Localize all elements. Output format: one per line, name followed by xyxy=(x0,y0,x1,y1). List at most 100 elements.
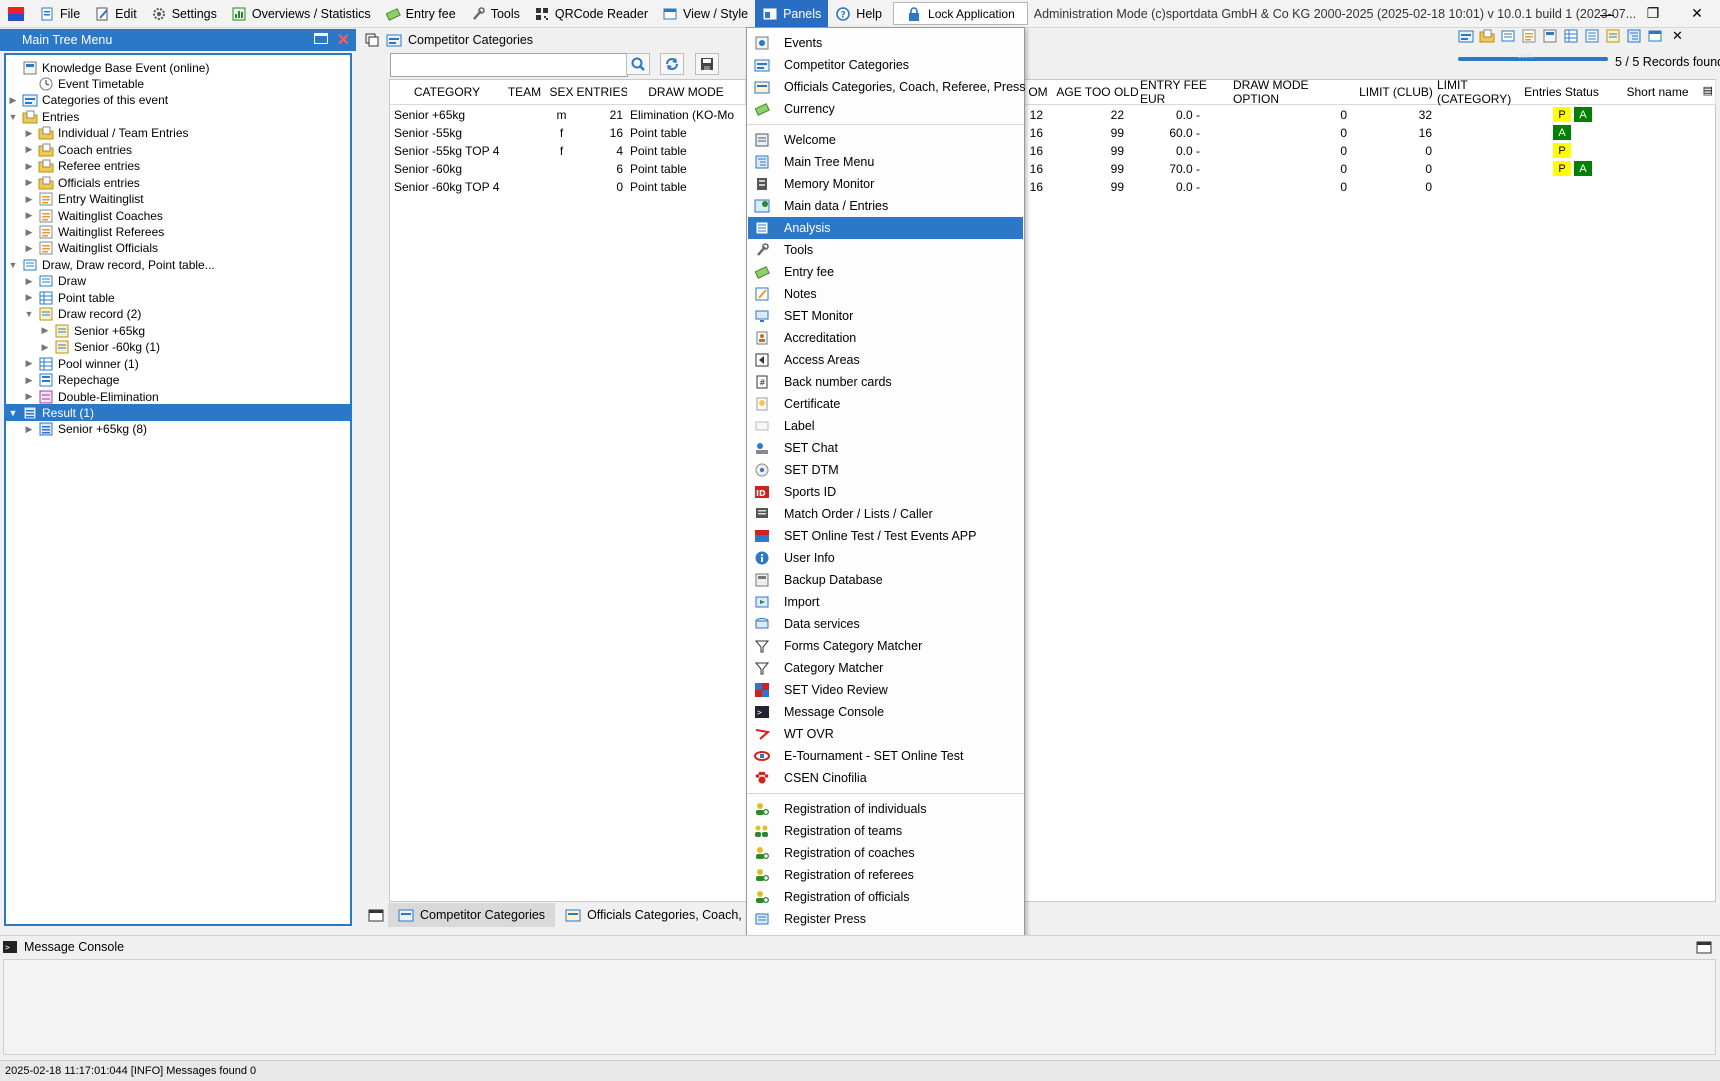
minimize-button[interactable]: — xyxy=(1584,0,1630,27)
panels-menu-item-certificate[interactable]: Certificate xyxy=(748,393,1023,415)
menu-entry-fee[interactable]: Entry fee xyxy=(378,0,463,27)
tree-node[interactable]: ▶ Waitinglist Coaches xyxy=(24,207,163,224)
search-input[interactable] xyxy=(390,53,628,77)
tree-expander-icon[interactable]: ▼ xyxy=(8,260,18,270)
panels-menu-item-registration-of-coaches[interactable]: Registration of coaches xyxy=(748,842,1023,864)
column-header[interactable]: OM xyxy=(1021,80,1056,105)
tree-expander-icon[interactable]: ▶ xyxy=(24,424,34,435)
tree-node[interactable]: ▼ Result (1) xyxy=(6,404,352,422)
tree-node[interactable]: ▶ Senior +65kg xyxy=(40,322,146,339)
list-icon[interactable] xyxy=(1521,28,1537,44)
menu-tools[interactable]: Tools xyxy=(463,0,527,27)
panels-menu-item-user-info[interactable]: User Info xyxy=(748,547,1023,569)
search-button[interactable] xyxy=(626,53,650,75)
column-header[interactable]: ENTRIES xyxy=(577,80,629,105)
table-icon[interactable] xyxy=(1563,28,1579,44)
column-header[interactable]: TEAM xyxy=(504,80,546,105)
tree-expander-icon[interactable]: ▶ xyxy=(40,325,50,336)
panels-menu-item-currency[interactable]: Currency xyxy=(748,98,1023,120)
tree-expander-icon[interactable]: ▶ xyxy=(24,227,34,238)
tree-menu-icon[interactable] xyxy=(1626,28,1642,44)
event-icon[interactable] xyxy=(1542,28,1558,44)
menu-view-style[interactable]: View / Style xyxy=(655,0,755,27)
panels-menu-item-e-tournament-set-online-test[interactable]: E-Tournament - SET Online Test xyxy=(748,745,1023,767)
tree-expander-icon[interactable]: ▶ xyxy=(24,128,34,139)
categories-icon[interactable] xyxy=(1458,28,1474,44)
panels-menu-item-officials-categories-coach-referee-press[interactable]: Officials Categories, Coach, Referee, Pr… xyxy=(748,76,1026,98)
folder-icon[interactable] xyxy=(1479,28,1495,44)
column-header[interactable]: DRAW MODE OPTION xyxy=(1233,78,1356,106)
tree-node[interactable]: ▼ Draw record (2) xyxy=(24,306,142,323)
tree-node[interactable]: ▶ Repechage xyxy=(24,372,120,389)
tree-node[interactable]: ▶ Double-Elimination xyxy=(24,388,159,405)
table-row[interactable]: Senior -55kg TOP 4 f 4 Point table 16 99 0.0 -… xyxy=(390,142,1713,160)
tree-node[interactable]: ▶ Individual / Team Entries xyxy=(24,125,189,142)
panels-menu-item-competitor-categories[interactable]: Competitor Categories xyxy=(748,54,1023,76)
close-panel-icon[interactable]: ✕ xyxy=(337,30,350,50)
panels-menu-item-analysis[interactable]: Analysis xyxy=(748,217,1023,239)
tree-node[interactable]: ▶ Categories of this event xyxy=(8,92,169,109)
tree-expander-icon[interactable]: ▶ xyxy=(24,243,34,254)
tree-expander-icon[interactable]: ▶ xyxy=(24,276,34,287)
tree-expander-icon[interactable]: ▶ xyxy=(40,342,50,353)
menu-overviews-statistics[interactable]: Overviews / Statistics xyxy=(224,0,378,27)
tree-node[interactable]: Knowledge Base Event (online) xyxy=(8,59,209,76)
panels-menu-item-import[interactable]: Import xyxy=(748,591,1023,613)
column-header[interactable]: CATEGORY xyxy=(390,80,505,105)
tree-expander-icon[interactable]: ▶ xyxy=(24,144,34,155)
tree-node[interactable]: ▶ Senior -60kg (1) xyxy=(40,339,161,356)
column-header[interactable]: ENTRY FEE EUR xyxy=(1140,78,1234,106)
close-window-button[interactable]: ✕ xyxy=(1674,0,1720,27)
tree-node[interactable]: ▼ Entries xyxy=(8,108,80,125)
tree-node[interactable]: ▶ Waitinglist Officials xyxy=(24,240,159,257)
panels-menu-item-welcome[interactable]: Welcome xyxy=(748,129,1023,151)
tree-expander-icon[interactable]: ▶ xyxy=(24,161,34,172)
panels-menu-item-events[interactable]: Events xyxy=(748,32,1023,54)
panels-menu-item-set-online-test-test-events-app[interactable]: SET Online Test / Test Events APP xyxy=(748,525,1023,547)
column-header[interactable]: AGE TOO OLD xyxy=(1055,80,1141,105)
column-header[interactable]: Entries Status xyxy=(1523,80,1601,105)
maximize-console-icon[interactable] xyxy=(1696,939,1712,955)
panels-menu-item-forms-category-matcher[interactable]: Forms Category Matcher xyxy=(748,635,1023,657)
tree-node[interactable]: ▶ Referee entries xyxy=(24,158,141,175)
column-header[interactable]: Short name xyxy=(1600,80,1716,105)
panels-menu-item-set-monitor[interactable]: SET Monitor xyxy=(748,305,1023,327)
panel-layout-icon[interactable] xyxy=(368,907,384,923)
menu-panels[interactable]: Panels xyxy=(755,0,829,27)
menu-qrcode-reader[interactable]: QRCode Reader xyxy=(527,0,655,27)
panels-menu-item-csen-cinofilia[interactable]: CSEN Cinofilia xyxy=(748,767,1023,789)
panels-menu-item-main-tree-menu[interactable]: Main Tree Menu xyxy=(748,151,1023,173)
panels-menu-item-back-number-cards[interactable]: # Back number cards xyxy=(748,371,1023,393)
table-row[interactable]: Senior -60kg 6 Point table 16 99 70.0 -00PA xyxy=(390,160,1713,178)
tree-expander-icon[interactable]: ▶ xyxy=(24,210,34,221)
menu-file[interactable]: File xyxy=(32,0,87,27)
close-panel-icon[interactable]: ✕ xyxy=(1672,28,1683,44)
draw-record-icon[interactable] xyxy=(1605,28,1621,44)
column-header[interactable]: DRAW MODE xyxy=(627,80,746,105)
tree-node[interactable]: ▶ Draw xyxy=(24,273,86,290)
refresh-button[interactable] xyxy=(660,53,684,75)
panels-menu-item-set-video-review[interactable]: SET Video Review xyxy=(748,679,1023,701)
lock-application-button[interactable]: Lock Application xyxy=(893,2,1028,25)
tree-expander-icon[interactable]: ▼ xyxy=(24,309,34,319)
tree-expander-icon[interactable]: ▼ xyxy=(8,408,18,418)
panels-menu-item-registration-of-teams[interactable]: Registration of teams xyxy=(748,820,1023,842)
analysis-icon[interactable] xyxy=(1584,28,1600,44)
panels-menu-item-tools[interactable]: Tools xyxy=(748,239,1023,261)
tab-competitor-categories[interactable]: Competitor Categories xyxy=(388,903,556,927)
panels-menu-item-match-order-lists-caller[interactable]: Match Order / Lists / Caller xyxy=(748,503,1023,525)
maximize-panel-icon[interactable] xyxy=(314,33,328,44)
tree-node[interactable]: ▶ Waitinglist Referees xyxy=(24,224,165,241)
panels-menu-item-registration-of-referees[interactable]: Registration of referees xyxy=(748,864,1023,886)
table-row[interactable]: Senior -60kg TOP 4 0 Point table 16 99 0.0 -0… xyxy=(390,178,1713,196)
panels-menu-item-main-data-entries[interactable]: Main data / Entries xyxy=(748,195,1023,217)
panels-menu-item-backup-database[interactable]: Backup Database xyxy=(748,569,1023,591)
tree-node[interactable]: Event Timetable xyxy=(24,75,144,92)
tree-expander-icon[interactable]: ▶ xyxy=(24,292,34,303)
tree-expander-icon[interactable]: ▶ xyxy=(8,95,18,106)
panels-menu-item-message-console[interactable]: > Message Console xyxy=(748,701,1023,723)
tree-expander-icon[interactable]: ▶ xyxy=(24,391,34,402)
column-header[interactable]: LIMIT (CATEGORY) xyxy=(1437,78,1524,106)
panels-menu-item-wt-ovr[interactable]: WT OVR xyxy=(748,723,1023,745)
panels-menu-item-label[interactable]: Label xyxy=(748,415,1023,437)
